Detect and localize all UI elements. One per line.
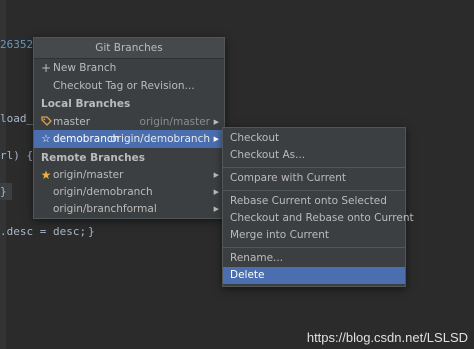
star-outline-icon: ☆ (41, 133, 51, 145)
chevron-right-icon: ▶ (213, 205, 219, 213)
local-branches-header: Local Branches (34, 95, 224, 113)
checkout-tag-item[interactable]: Checkout Tag or Revision... (34, 77, 224, 95)
git-branches-popup: Git Branches + New Branch Checkout Tag o… (33, 37, 225, 219)
remote-branches-header: Remote Branches (34, 149, 224, 167)
delete-item[interactable]: Delete (223, 267, 405, 284)
checkout-and-rebase-item[interactable]: Checkout and Rebase onto Current (223, 210, 414, 227)
branch-item-master[interactable]: master origin/master ▶ (34, 113, 224, 131)
code-line: rl) { (0, 149, 34, 162)
local-branches-header-label: Local Branches (41, 98, 131, 110)
remote-branch-origin-master[interactable]: ★ origin/master ▶ (34, 166, 224, 184)
popup-title: Git Branches (34, 38, 224, 59)
tracking-branch: origin/master (139, 116, 210, 128)
code-line: .desc = desc; (0, 225, 87, 238)
branch-name: master (53, 116, 91, 128)
code-line: load_ (0, 112, 34, 125)
branch-actions-submenu: Checkout Checkout As... Compare with Cur… (222, 127, 414, 287)
chevron-right-icon: ▶ (213, 171, 219, 179)
code-line: } (88, 225, 95, 238)
merge-into-current-item[interactable]: Merge into Current (223, 227, 405, 244)
plus-icon: + (40, 61, 52, 75)
chevron-right-icon: ▶ (213, 135, 219, 143)
chevron-right-icon: ▶ (213, 188, 219, 196)
new-branch-item[interactable]: + New Branch (34, 59, 224, 77)
code-line: } (0, 185, 7, 198)
branch-name: origin/demobranch (53, 186, 153, 198)
branch-item-demobranch[interactable]: ☆ demobranch origin/demobranch ▶ (34, 130, 224, 148)
chevron-right-icon: ▶ (213, 118, 219, 126)
remote-branch-origin-branchformal[interactable]: origin/branchformal ▶ (34, 200, 224, 218)
checkout-item[interactable]: Checkout (223, 130, 405, 147)
rebase-current-onto-selected-item[interactable]: Rebase Current onto Selected (223, 193, 405, 210)
new-branch-label: New Branch (53, 62, 117, 74)
tracking-branch: origin/demobranch (110, 133, 210, 145)
remote-branches-header-label: Remote Branches (41, 152, 145, 164)
checkout-as-item[interactable]: Checkout As... (223, 147, 405, 164)
star-filled-icon: ★ (40, 168, 52, 182)
checkout-tag-label: Checkout Tag or Revision... (53, 80, 195, 92)
code-line: 26352 (0, 38, 34, 51)
watermark: https://blog.csdn.net/LSLSD (306, 330, 468, 345)
remote-branch-origin-demobranch[interactable]: origin/demobranch ▶ (34, 183, 224, 201)
menu-separator (223, 190, 405, 191)
compare-with-current-item[interactable]: Compare with Current (223, 170, 405, 187)
rename-item[interactable]: Rename... (223, 250, 405, 267)
menu-separator (223, 167, 405, 168)
branch-name: origin/branchformal (53, 203, 157, 215)
menu-separator (223, 247, 405, 248)
branch-name: origin/master (53, 169, 124, 181)
